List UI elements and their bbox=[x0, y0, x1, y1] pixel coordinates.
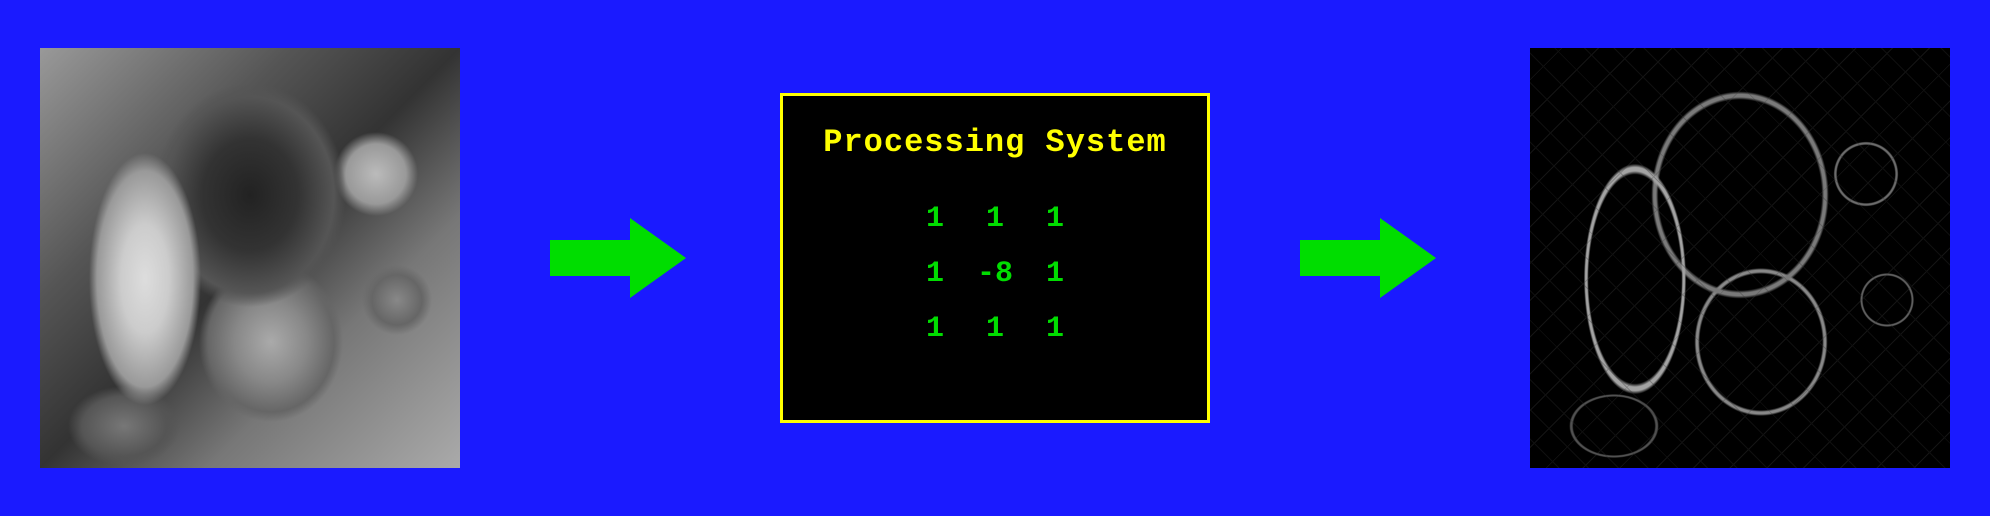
convolution-kernel-matrix: 1 1 1 1 -8 1 1 1 1 bbox=[905, 191, 1085, 356]
kernel-cell: 1 bbox=[965, 301, 1025, 356]
kernel-cell: 1 bbox=[1025, 246, 1085, 301]
kernel-cell: -8 bbox=[965, 246, 1025, 301]
arrow-input-to-processing bbox=[550, 218, 690, 298]
kernel-cell: 1 bbox=[905, 246, 965, 301]
arrow-processing-to-output bbox=[1300, 218, 1440, 298]
kernel-cell: 1 bbox=[1025, 191, 1085, 246]
processing-title: Processing System bbox=[823, 124, 1166, 161]
output-image bbox=[1530, 48, 1950, 468]
kernel-cell: 1 bbox=[965, 191, 1025, 246]
kernel-cell: 1 bbox=[905, 301, 965, 356]
input-image bbox=[40, 48, 460, 468]
processing-system-box: Processing System 1 1 1 1 -8 1 1 1 1 bbox=[780, 93, 1210, 423]
kernel-cell: 1 bbox=[905, 191, 965, 246]
kernel-cell: 1 bbox=[1025, 301, 1085, 356]
